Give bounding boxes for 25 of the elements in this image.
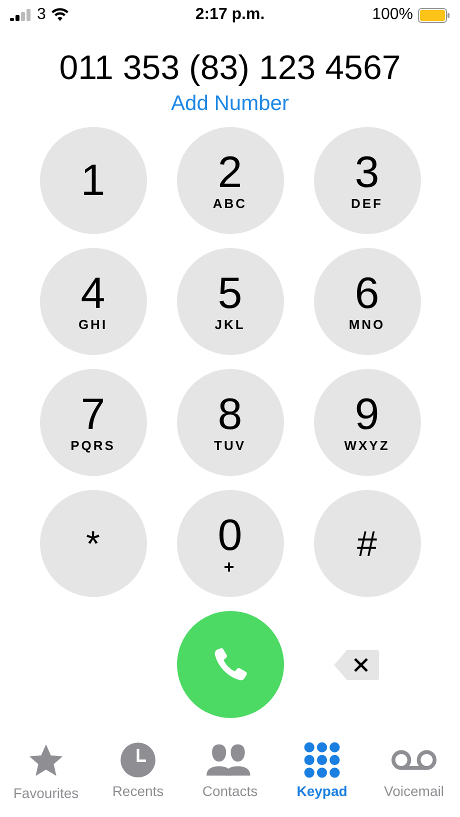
keypad-key[interactable]: 7 PQRS <box>40 369 146 476</box>
keypad-key[interactable]: 8 TUV <box>176 369 284 476</box>
keypad-key[interactable]: 5 JKL <box>176 248 284 355</box>
keypad-key[interactable]: # <box>314 490 420 597</box>
wifi-icon <box>50 8 69 22</box>
keypad-key[interactable]: 6 MNO <box>314 248 420 355</box>
battery-percentage: 100% <box>372 6 413 24</box>
keypad-key[interactable]: 3 DEF <box>314 127 420 234</box>
keypad-key[interactable]: * <box>40 490 146 597</box>
tab-item[interactable]: Keypad <box>277 741 367 811</box>
battery-icon <box>418 8 450 22</box>
keypad-key[interactable]: 9 WXYZ <box>314 369 420 476</box>
keypad-key[interactable]: 4 GHI <box>40 248 146 355</box>
status-time: 2:17 p.m. <box>195 6 265 24</box>
keypad-key[interactable]: 0 + <box>176 490 284 597</box>
keypad-key[interactable]: 1 <box>40 127 146 234</box>
keypad-key[interactable]: 2 ABC <box>176 127 284 234</box>
keypad-icon <box>303 741 341 779</box>
clock-icon <box>119 741 157 779</box>
signal-icon <box>10 9 32 21</box>
backspace-button[interactable] <box>333 648 381 682</box>
carrier-label: 3 <box>37 6 46 24</box>
add-number-link[interactable]: Add Number <box>171 91 289 117</box>
backspace-icon <box>333 648 381 682</box>
dialed-number: 011 353 (83) 123 4567 <box>58 48 402 88</box>
